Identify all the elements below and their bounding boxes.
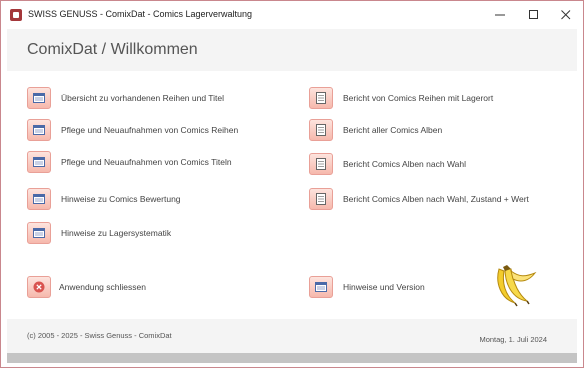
report-all-albums-button[interactable]: Bericht aller Comics Alben	[309, 119, 442, 141]
button-label: Bericht von Comics Reihen mit Lagerort	[343, 93, 494, 103]
report-series-location-button[interactable]: Bericht von Comics Reihen mit Lagerort	[309, 87, 493, 109]
rating-notes-button[interactable]: Hinweise zu Comics Bewertung	[27, 188, 181, 210]
exit-icon	[27, 276, 51, 298]
report-icon	[309, 188, 333, 210]
maximize-icon	[529, 10, 538, 19]
overview-series-titles-button[interactable]: Übersicht zu vorhandenen Reihen und Tite…	[27, 87, 224, 109]
maximize-button[interactable]	[517, 1, 551, 29]
button-label: Hinweise und Version	[343, 282, 425, 292]
button-label: Bericht Comics Alben nach Wahl, Zustand …	[343, 194, 529, 204]
button-label: Hinweise zu Lagersystematik	[61, 228, 172, 238]
access-app-icon	[10, 9, 22, 21]
button-label: Hinweise zu Comics Bewertung	[61, 194, 181, 204]
minimize-icon	[495, 14, 505, 16]
form-icon	[27, 119, 51, 141]
maintain-titles-button[interactable]: Pflege und Neuaufnahmen von Comics Titel…	[27, 151, 232, 173]
copyright-text: (c) 2005 - 2025 - Swiss Genuss - ComixDa…	[27, 331, 172, 340]
banana-logo-icon	[497, 265, 537, 307]
date-text: Montag, 1. Juli 2024	[479, 335, 547, 344]
maintain-series-button[interactable]: Pflege und Neuaufnahmen von Comics Reihe…	[27, 119, 238, 141]
form-footer: (c) 2005 - 2025 - Swiss Genuss - ComixDa…	[7, 319, 577, 353]
close-window-button[interactable]	[549, 1, 583, 29]
button-label: Bericht Comics Alben nach Wahl	[343, 159, 466, 169]
report-icon	[309, 119, 333, 141]
title-bar: SWISS GENUSS - ComixDat - Comics Lagerve…	[1, 1, 583, 29]
report-albums-selection-button[interactable]: Bericht Comics Alben nach Wahl	[309, 153, 466, 175]
page-title: ComixDat / Willkommen	[27, 41, 198, 58]
button-label: Pflege und Neuaufnahmen von Comics Titel…	[61, 157, 232, 167]
form-icon	[27, 222, 51, 244]
info-version-button[interactable]: Hinweise und Version	[309, 276, 425, 298]
button-label: Übersicht zu vorhandenen Reihen und Tite…	[61, 93, 225, 103]
storage-system-notes-button[interactable]: Hinweise zu Lagersystematik	[27, 222, 171, 244]
close-icon	[561, 10, 571, 20]
button-label: Anwendung schliessen	[59, 282, 146, 292]
close-application-button[interactable]: Anwendung schliessen	[27, 276, 146, 298]
report-icon	[309, 87, 333, 109]
form-icon	[27, 87, 51, 109]
button-label: Pflege und Neuaufnahmen von Comics Reihe…	[61, 125, 239, 135]
button-label: Bericht aller Comics Alben	[343, 125, 443, 135]
form-icon	[27, 151, 51, 173]
app-window: SWISS GENUSS - ComixDat - Comics Lagerve…	[0, 0, 584, 368]
form-icon	[309, 276, 333, 298]
minimize-button[interactable]	[483, 1, 517, 29]
report-icon	[309, 153, 333, 175]
report-albums-condition-value-button[interactable]: Bericht Comics Alben nach Wahl, Zustand …	[309, 188, 529, 210]
window-title: SWISS GENUSS - ComixDat - Comics Lagerve…	[28, 9, 253, 19]
status-bar	[7, 353, 577, 363]
form-header: ComixDat / Willkommen	[7, 29, 577, 71]
form-icon	[27, 188, 51, 210]
